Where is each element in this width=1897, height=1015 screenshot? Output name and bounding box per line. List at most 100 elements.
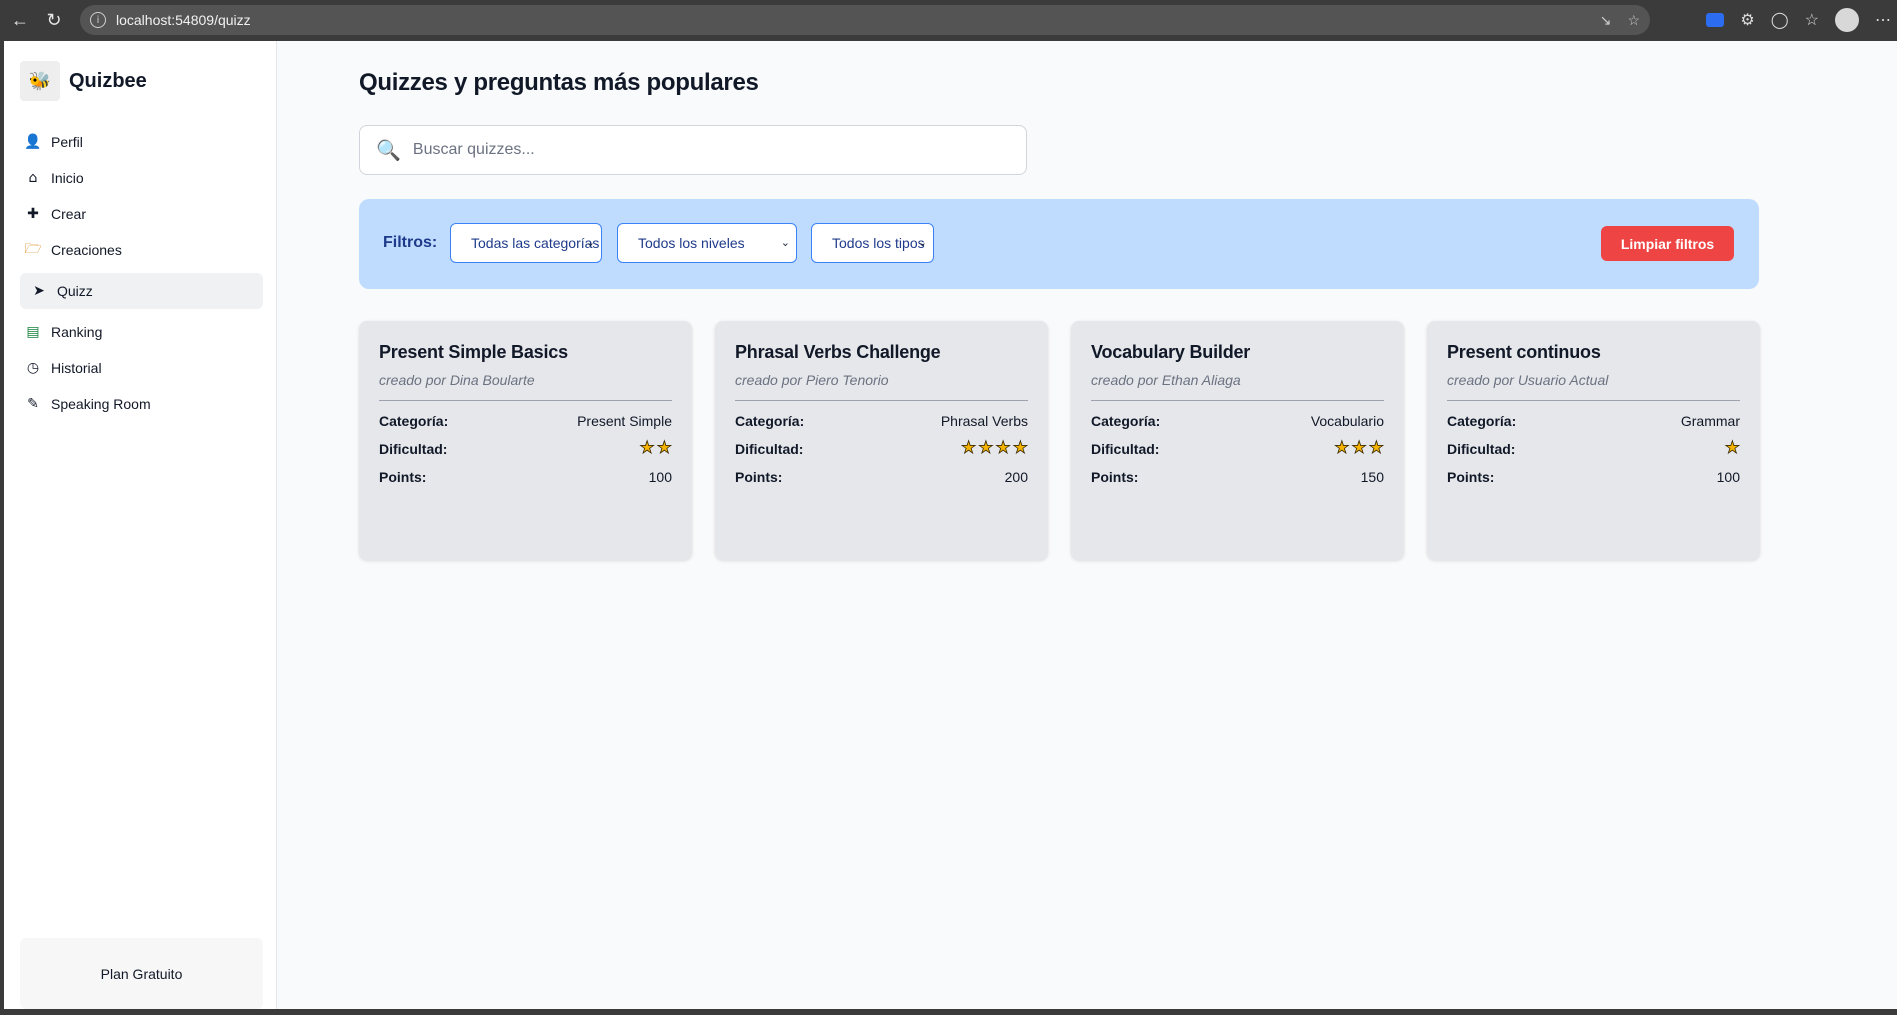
category-select-value: Todas las categorías	[471, 235, 600, 251]
sidebar-item-perfil[interactable]: 👤 Perfil	[20, 124, 263, 160]
divider	[735, 400, 1028, 401]
bookmark-star-icon[interactable]: ☆	[1627, 12, 1640, 29]
points-label: Points:	[1091, 468, 1139, 485]
taskbar-edge	[0, 1009, 1897, 1015]
sidebar-item-ranking[interactable]: ▤ Ranking	[20, 314, 263, 350]
user-icon: 👤	[24, 134, 42, 150]
sidebar-item-label: Creaciones	[51, 242, 122, 258]
type-select[interactable]: Todos los tipos ⌄	[811, 223, 934, 263]
points-label: Points:	[379, 468, 427, 485]
puzzle-icon[interactable]: ⚙	[1740, 10, 1754, 30]
reload-icon[interactable]: ↻	[40, 7, 68, 35]
plan-badge[interactable]: Plan Gratuito	[20, 938, 263, 1009]
quiz-title: Vocabulary Builder	[1091, 342, 1251, 362]
address-bar[interactable]: i localhost:54809/quizz ↘ ☆	[80, 5, 1650, 35]
difficulty-stars: ★ ★	[639, 438, 672, 458]
main-content: Quizzes y preguntas más populares 🔍 Filt…	[277, 41, 1897, 1009]
quiz-author: creado por Usuario Actual	[1447, 372, 1609, 388]
difficulty-label: Dificultad:	[379, 440, 448, 457]
quiz-title: Phrasal Verbs Challenge	[735, 342, 941, 362]
sidebar-item-speaking-room[interactable]: ✎ Speaking Room	[20, 386, 263, 422]
sidebar-item-label: Inicio	[51, 170, 84, 186]
browser-toolbar: ← ↻ i localhost:54809/quizz ↘ ☆ ⚙ ◯ ☆ ⋯	[0, 0, 1897, 41]
site-info-icon[interactable]: i	[90, 12, 106, 28]
plus-icon: ✚	[27, 206, 39, 222]
pen-icon: ✎	[27, 396, 39, 412]
sidebar-item-inicio[interactable]: ⌂ Inicio	[20, 160, 263, 196]
clock-icon: ◷	[26, 360, 40, 376]
star-icon: ★	[1334, 438, 1350, 458]
category-value: Phrasal Verbs	[940, 412, 1028, 429]
divider	[1447, 400, 1740, 401]
home-icon: ⌂	[28, 170, 38, 186]
brand[interactable]: 🐝 Quizbee	[20, 61, 147, 101]
quiz-card[interactable]: Phrasal Verbs Challenge creado por Piero…	[715, 321, 1048, 560]
category-value: Present Simple	[577, 412, 672, 429]
quiz-card-list: Present Simple Basics creado por Dina Bo…	[359, 321, 1760, 560]
quiz-author: creado por Dina Boularte	[379, 372, 535, 388]
star-icon: ★	[639, 438, 655, 458]
points-label: Points:	[1447, 468, 1495, 485]
profile-avatar[interactable]	[1835, 8, 1859, 32]
quiz-card[interactable]: Present Simple Basics creado por Dina Bo…	[359, 321, 692, 560]
sidebar-item-historial[interactable]: ◷ Historial	[20, 350, 263, 386]
search-input[interactable]	[412, 141, 993, 159]
brand-name: Quizbee	[69, 69, 147, 92]
sidebar-item-creaciones[interactable]: 🗁 Creaciones	[20, 232, 263, 268]
level-select-value: Todos los niveles	[638, 235, 745, 251]
difficulty-stars: ★	[1724, 438, 1740, 458]
url-text: localhost:54809/quizz	[116, 12, 251, 28]
quiz-card[interactable]: Vocabulary Builder creado por Ethan Alia…	[1071, 321, 1404, 560]
category-label: Categoría:	[1447, 412, 1517, 429]
search-box[interactable]: 🔍	[359, 125, 1027, 175]
category-select[interactable]: Todas las categorías ⌄	[450, 223, 602, 263]
sidebar-menu: 👤 Perfil ⌂ Inicio ✚ Crear 🗁 Creaciones ➤…	[20, 124, 263, 422]
category-value: Grammar	[1680, 412, 1740, 429]
rocket-icon: ➤	[33, 283, 45, 299]
tab-actions-icon[interactable]: ◯	[1771, 10, 1789, 30]
chevron-down-icon: ⌄	[780, 236, 790, 249]
sidebar-item-quizz[interactable]: ➤ Quizz	[20, 273, 263, 309]
extension-icon[interactable]	[1706, 13, 1725, 27]
filters-label: Filtros:	[383, 234, 438, 251]
bar-chart-icon: ▤	[26, 324, 40, 340]
quiz-title: Present continuos	[1447, 342, 1601, 362]
favorites-icon[interactable]: ☆	[1805, 10, 1819, 30]
sidebar: 🐝 Quizbee 👤 Perfil ⌂ Inicio ✚ Crear 🗁 Cr…	[4, 41, 277, 1009]
star-icon: ★	[1368, 438, 1384, 458]
difficulty-label: Dificultad:	[1447, 440, 1516, 457]
more-menu-icon[interactable]: ⋯	[1875, 10, 1891, 30]
page-title: Quizzes y preguntas más populares	[359, 69, 759, 96]
points-value: 100	[1716, 468, 1740, 485]
sidebar-item-crear[interactable]: ✚ Crear	[20, 196, 263, 232]
star-icon: ★	[1351, 438, 1367, 458]
search-icon: 🔍	[376, 138, 401, 162]
sidebar-item-label: Perfil	[51, 134, 83, 150]
star-icon: ★	[656, 438, 672, 458]
star-icon: ★	[1012, 438, 1028, 458]
quiz-card[interactable]: Present continuos creado por Usuario Act…	[1427, 321, 1760, 560]
bee-logo-icon: 🐝	[20, 61, 60, 101]
category-label: Categoría:	[1091, 412, 1161, 429]
sidebar-item-label: Speaking Room	[51, 396, 151, 412]
points-value: 100	[648, 468, 672, 485]
difficulty-stars: ★ ★ ★ ★	[961, 438, 1029, 458]
level-select[interactable]: Todos los niveles ⌄	[617, 223, 797, 263]
star-icon: ★	[961, 438, 977, 458]
clear-filters-button[interactable]: Limpiar filtros	[1601, 226, 1734, 261]
category-label: Categoría:	[735, 412, 805, 429]
translate-icon[interactable]: ↘	[1600, 12, 1612, 29]
difficulty-label: Dificultad:	[735, 440, 804, 457]
star-icon: ★	[1724, 438, 1740, 458]
star-icon: ★	[995, 438, 1011, 458]
divider	[1091, 400, 1384, 401]
difficulty-label: Dificultad:	[1091, 440, 1160, 457]
points-value: 150	[1360, 468, 1384, 485]
divider	[379, 400, 672, 401]
sidebar-item-label: Quizz	[57, 283, 93, 299]
back-arrow-icon[interactable]: ←	[6, 7, 34, 35]
sidebar-item-label: Ranking	[51, 324, 103, 340]
sidebar-item-label: Historial	[51, 360, 102, 376]
quiz-author: creado por Ethan Aliaga	[1091, 372, 1241, 388]
star-icon: ★	[978, 438, 994, 458]
